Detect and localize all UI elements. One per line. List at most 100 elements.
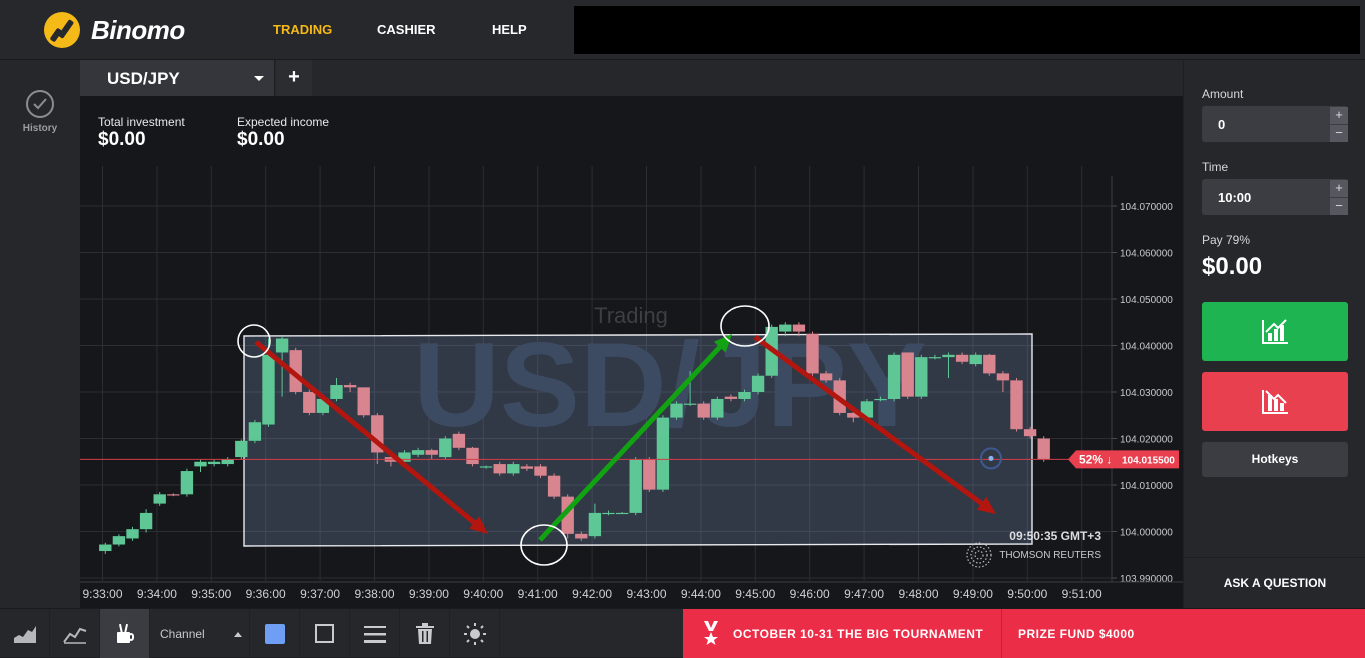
channel-label: Channel [160,627,205,641]
fill-toggle-button[interactable] [300,609,350,658]
candle-body [1037,438,1050,460]
amount-field[interactable]: 0 + − [1202,106,1348,142]
candle-body [357,387,370,416]
candle-body [493,464,506,474]
candle-body [411,450,425,455]
candle-body [221,459,234,465]
line-chart-icon [62,627,86,644]
theme-toggle-button[interactable] [450,609,500,658]
tournament-banner[interactable]: OCTOBER 10-31 THE BIG TOURNAMENT PRIZE F… [683,609,1365,658]
color-picker-button[interactable] [250,609,300,658]
top-bar: Binomo TRADING CASHIER HELP [0,0,1365,60]
candle-body [588,512,602,537]
bottom-toolbar: Channel OCTOBER 10-31 THE BIG TOURNAMENT… [0,608,1365,658]
total-investment-value: $0.00 [98,129,146,150]
candle-body [942,354,955,358]
nav-trading[interactable]: TRADING [273,22,332,37]
line-width-button[interactable] [350,609,400,658]
x-tick-label: 9:37:00 [300,587,340,601]
time-plus-button[interactable]: + [1330,180,1348,197]
price-badge-percent: 52% ↓ [1079,452,1112,466]
chart-area[interactable]: 104.070000 104.060000 104.050000 104.040000… [80,96,1183,608]
candle-body [874,398,887,401]
y-tick-label: 104.060000 [1120,249,1173,260]
candle-body [139,512,153,530]
candle-body [683,403,697,405]
candle-body [575,533,588,539]
line-chart-button[interactable] [50,609,100,658]
chevron-down-icon[interactable] [254,76,264,81]
current-point-dot [988,455,994,461]
candle-body [99,544,112,552]
nav-cashier[interactable]: CASHIER [377,22,436,37]
payout-value: $0.00 [1202,253,1263,280]
total-investment-label: Total investment [98,115,185,129]
candle-body [112,536,126,545]
nav-help[interactable]: HELP [492,22,527,37]
add-tab-button[interactable]: + [276,60,312,96]
trash-icon [415,622,434,644]
trade-panel: Amount 0 + − Time 10:00 + − Pay 79% $0.0… [1183,60,1365,608]
time-field[interactable]: 10:00 + − [1202,179,1348,215]
price-badge-value: 104.015500 [1122,455,1175,466]
amount-value: 0 [1218,117,1226,132]
time-value: 10:00 [1218,190,1252,205]
time-minus-button[interactable]: − [1330,198,1348,215]
asset-tab[interactable]: USD/JPY [80,60,275,96]
put-down-button[interactable] [1202,372,1348,431]
drawing-tools-button[interactable] [100,609,150,658]
trophy-icon [704,621,718,645]
candle-body [656,417,670,490]
candle-body [452,433,466,448]
candle-body [751,375,765,392]
time-label: Time [1202,160,1229,174]
promo-divider [1001,609,1002,658]
candle-body [520,466,534,469]
candle-body [207,461,221,465]
y-tick-label: 104.030000 [1120,388,1173,399]
x-tick-label: 9:36:00 [246,587,286,601]
y-tick-label: 103.990000 [1120,574,1173,585]
server-time: 09:50:35 GMT+3 [1009,529,1101,543]
candle-body [262,354,275,425]
candle-body [547,475,561,497]
price-chart[interactable]: 104.070000 104.060000 104.050000 104.040000… [80,96,1183,608]
candle-body [629,459,642,513]
ask-question-button[interactable]: ASK A QUESTION [1184,557,1365,608]
x-tick-label: 9:46:00 [790,587,830,601]
candle-body [615,512,629,515]
candle-body [126,529,139,539]
x-tick-label: 9:33:00 [82,587,122,601]
channel-select[interactable]: Channel [150,609,250,658]
candle-body [996,373,1010,381]
binomo-logo-icon [44,12,80,48]
candle-body [806,333,819,374]
candle-body [819,373,833,381]
tools-cup-icon [116,623,134,643]
hotkeys-button[interactable]: Hotkeys [1202,442,1348,477]
candle-body [901,352,914,397]
candle-body [479,466,493,468]
color-swatch [264,623,285,644]
y-tick-label: 104.040000 [1120,342,1173,353]
call-up-button[interactable] [1202,302,1348,361]
candle-body [887,354,901,399]
y-tick-label: 104.070000 [1120,202,1173,213]
data-provider-label: THOMSON REUTERS [999,550,1101,561]
amount-plus-button[interactable]: + [1330,107,1348,124]
candle-body [928,357,942,359]
candle-body [697,403,710,418]
candle-body [738,392,751,399]
amount-label: Amount [1202,87,1244,101]
amount-minus-button[interactable]: − [1330,125,1348,142]
area-chart-button[interactable] [0,609,50,658]
candle-body [1023,429,1037,437]
candle-body [711,398,724,418]
delete-drawing-button[interactable] [400,609,450,658]
candle-body [235,440,248,458]
logo[interactable]: Binomo [44,12,185,48]
thomson-reuters-logo-icon [966,542,992,568]
sun-icon [463,622,486,645]
candle-body [507,464,520,474]
candle-body [425,450,438,455]
